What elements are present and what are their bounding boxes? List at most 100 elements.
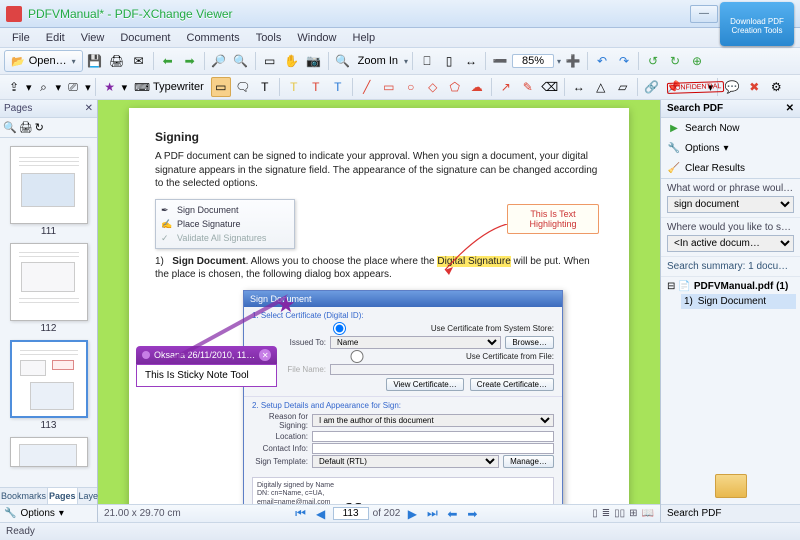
- layout-book[interactable]: 📖: [642, 508, 654, 519]
- chevron-down-icon[interactable]: ▾: [26, 81, 32, 94]
- arrow-tool[interactable]: ↗: [496, 77, 516, 97]
- thumbnail[interactable]: [10, 437, 88, 467]
- document-viewport[interactable]: Signing A PDF document can be signed to …: [98, 100, 660, 504]
- zoom-tool[interactable]: 🔍: [333, 51, 353, 71]
- clear-results-button[interactable]: 🧹 Clear Results: [661, 158, 800, 178]
- sticky-note-tool[interactable]: ★: [100, 77, 120, 97]
- properties-button[interactable]: ⚙: [766, 77, 786, 97]
- chevron-down-icon[interactable]: ▾: [56, 81, 62, 94]
- menu-help[interactable]: Help: [345, 30, 384, 46]
- search-now-button[interactable]: ▶ Search Now: [661, 118, 800, 138]
- result-document[interactable]: ⊟ 📄 PDFVManual.pdf (1): [665, 279, 796, 294]
- sticky-note-body[interactable]: This Is Sticky Note Tool: [136, 364, 277, 387]
- thumbnail[interactable]: [10, 243, 88, 321]
- fit-page-button[interactable]: ▯: [439, 51, 459, 71]
- undo-button[interactable]: ↺: [643, 51, 663, 71]
- open-button[interactable]: 📂 Open… ▾: [4, 50, 83, 72]
- strikeout-tool[interactable]: T: [306, 77, 326, 97]
- nav-next-button[interactable]: ▶: [404, 507, 420, 521]
- chevron-down-icon[interactable]: ▾: [404, 57, 408, 66]
- zoom-out-button[interactable]: ➖: [490, 51, 510, 71]
- menu-comments[interactable]: Comments: [179, 30, 248, 46]
- typewriter-tool[interactable]: ⌨ Typewriter: [129, 80, 209, 95]
- highlight-tool[interactable]: ▭: [211, 77, 231, 97]
- layout-facing[interactable]: ▯▯: [614, 508, 625, 519]
- underline-tool[interactable]: T: [328, 77, 348, 97]
- search-what-input[interactable]: sign document: [667, 196, 794, 213]
- sticky-note-popup[interactable]: ★ Oksana 26/11/2010, 11… ✕ This Is Stick…: [136, 346, 277, 387]
- nav-fwd-history[interactable]: ➡: [464, 507, 480, 521]
- pages-zoom-button[interactable]: 🔍: [3, 121, 17, 134]
- minus-tree-icon[interactable]: ⊟: [667, 281, 675, 292]
- email-button[interactable]: ✉: [129, 51, 149, 71]
- search-button[interactable]: 🔍: [231, 51, 251, 71]
- thumbnail-list[interactable]: 111 112 113: [0, 138, 97, 487]
- stamp-tool[interactable]: CONFIDENTIAL: [686, 77, 706, 97]
- nav-forward-button[interactable]: ➡: [180, 51, 200, 71]
- menu-view[interactable]: View: [73, 30, 113, 46]
- redo-button[interactable]: ↻: [665, 51, 685, 71]
- menu-file[interactable]: File: [4, 30, 38, 46]
- snapshot-tool[interactable]: 📷: [304, 51, 324, 71]
- hand-tool[interactable]: ✋: [282, 51, 302, 71]
- tab-bookmarks[interactable]: Bookmarks: [0, 488, 48, 504]
- fit-width-button[interactable]: ↔: [461, 51, 481, 71]
- link-tool[interactable]: 🔗: [642, 77, 662, 97]
- thumbnail[interactable]: [10, 340, 88, 418]
- chevron-down-icon[interactable]: ▾: [122, 81, 128, 94]
- rectangle-tool[interactable]: ▭: [379, 77, 399, 97]
- pages-panel-options[interactable]: 🔧 Options ▾: [0, 504, 97, 522]
- chevron-down-icon[interactable]: ▾: [557, 57, 561, 66]
- download-pdf-tools-badge[interactable]: Download PDF Creation Tools: [720, 2, 794, 46]
- menu-document[interactable]: Document: [112, 30, 178, 46]
- nav-first-button[interactable]: ⏮: [293, 507, 309, 521]
- new-button[interactable]: ⊕: [687, 51, 707, 71]
- polyline-tool[interactable]: ◇: [423, 77, 443, 97]
- export-button[interactable]: ⇪: [4, 77, 24, 97]
- print-button[interactable]: 🖨: [107, 51, 127, 71]
- show-comments-button[interactable]: 💬: [722, 77, 742, 97]
- pencil-tool[interactable]: ✎: [518, 77, 538, 97]
- eraser-tool[interactable]: ⌫: [540, 77, 560, 97]
- ocr-button[interactable]: ⌕: [34, 77, 54, 97]
- result-hit[interactable]: 1) Sign Document: [681, 294, 796, 309]
- rotate-cw-button[interactable]: ↷: [614, 51, 634, 71]
- search-where-select[interactable]: <In active docum…: [667, 235, 794, 252]
- layout-single[interactable]: ▯: [592, 508, 598, 519]
- pages-panel-close[interactable]: ✕: [85, 103, 93, 114]
- perimeter-tool[interactable]: △: [591, 77, 611, 97]
- area-tool[interactable]: ▱: [613, 77, 633, 97]
- tab-pages[interactable]: Pages: [48, 488, 78, 504]
- menu-tools[interactable]: Tools: [248, 30, 290, 46]
- zoom-percent-input[interactable]: [512, 54, 554, 68]
- find-button[interactable]: 🔎: [209, 51, 229, 71]
- layout-facing-cont[interactable]: ⊞: [629, 508, 637, 519]
- search-options-button[interactable]: 🔧 Options ▾: [661, 138, 800, 158]
- select-tool[interactable]: ▭: [260, 51, 280, 71]
- cloud-tool[interactable]: ☁: [467, 77, 487, 97]
- highlight-text-tool[interactable]: T: [284, 77, 304, 97]
- save-button[interactable]: 💾: [85, 51, 105, 71]
- rotate-ccw-button[interactable]: ↶: [592, 51, 612, 71]
- callout-tool[interactable]: 🗨: [233, 77, 253, 97]
- layout-continuous[interactable]: ≣: [602, 508, 610, 519]
- polygon-tool[interactable]: ⬠: [445, 77, 465, 97]
- actual-size-button[interactable]: ⎕: [417, 51, 437, 71]
- oval-tool[interactable]: ○: [401, 77, 421, 97]
- search-panel-close[interactable]: ✕: [786, 103, 794, 114]
- delete-button[interactable]: ✖: [744, 77, 764, 97]
- zoom-in-button[interactable]: ➕: [563, 51, 583, 71]
- line-tool[interactable]: ╱: [357, 77, 377, 97]
- menu-edit[interactable]: Edit: [38, 30, 73, 46]
- scan-button[interactable]: ⎚: [63, 77, 83, 97]
- nav-last-button[interactable]: ⏭: [424, 507, 440, 521]
- textbox-tool[interactable]: T: [255, 77, 275, 97]
- thumbnail[interactable]: [10, 146, 88, 224]
- nav-back-history[interactable]: ⬅: [444, 507, 460, 521]
- page-number-input[interactable]: [333, 507, 369, 520]
- minimize-button[interactable]: —: [690, 5, 718, 23]
- distance-tool[interactable]: ↔: [569, 77, 589, 97]
- menu-window[interactable]: Window: [289, 30, 344, 46]
- chevron-down-icon[interactable]: ▾: [85, 81, 91, 94]
- pages-print-button[interactable]: 🖨: [19, 121, 33, 134]
